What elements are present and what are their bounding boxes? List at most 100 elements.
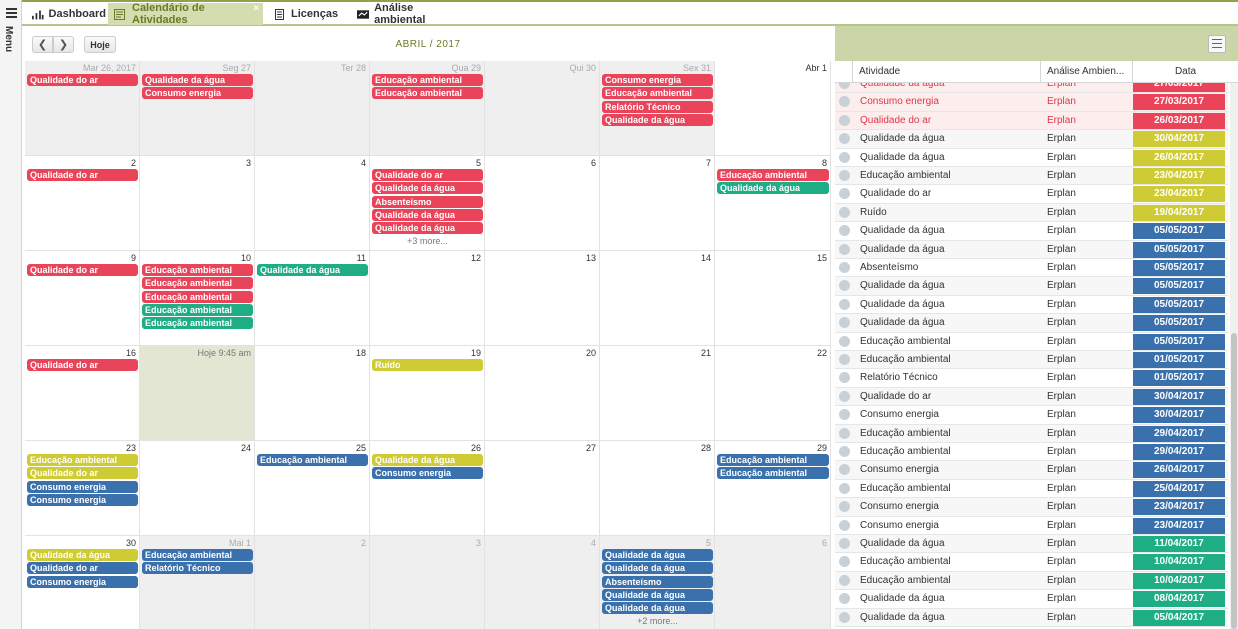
calendar-day-cell[interactable]: Mai 1 Educação ambiental Relatório Técnico xyxy=(140,536,255,629)
calendar-event[interactable]: Qualidade da água xyxy=(27,549,138,561)
calendar-day-cell[interactable]: 5 Qualidade da água Qualidade da água Absen… xyxy=(600,536,715,629)
calendar-day-cell[interactable]: 29 Educação ambiental Educação ambiental xyxy=(715,441,831,536)
info-icon[interactable] xyxy=(839,501,850,513)
calendar-day-cell[interactable]: 6 xyxy=(715,536,831,629)
calendar-event[interactable]: Absenteísmo xyxy=(602,575,713,588)
calendar-event[interactable]: Qualidade do ar xyxy=(372,169,483,181)
calendar-event[interactable]: Qualidade da água xyxy=(602,113,713,126)
table-row[interactable]: Qualidade da água Erplan 27/03/2017 xyxy=(835,83,1228,94)
table-row[interactable]: Educação ambiental Erplan 10/04/2017 xyxy=(835,571,1228,591)
calendar-event[interactable]: Consumo energia xyxy=(372,467,483,480)
table-row[interactable]: Consumo energia Erplan 27/03/2017 xyxy=(835,93,1228,112)
calendar-event[interactable]: Relatório Técnico xyxy=(602,100,713,113)
table-row[interactable]: Qualidade da água Erplan 05/05/2017 xyxy=(835,277,1228,296)
table-row[interactable]: Educação ambiental Erplan 05/05/2017 xyxy=(835,333,1228,351)
calendar-event[interactable]: Qualidade do ar xyxy=(27,467,138,480)
info-icon[interactable] xyxy=(839,298,850,310)
info-icon[interactable] xyxy=(839,262,850,273)
info-icon[interactable] xyxy=(839,225,850,237)
table-row[interactable]: Relatório Técnico Erplan 01/05/2017 xyxy=(835,369,1228,388)
calendar-day-cell[interactable]: 9 Qualidade do ar xyxy=(25,251,140,346)
calendar-day-cell[interactable]: 2 xyxy=(255,536,370,629)
calendar-event[interactable]: Qualidade da água xyxy=(602,588,713,601)
table-row[interactable]: Qualidade da água Erplan 05/05/2017 xyxy=(835,240,1228,259)
info-icon[interactable] xyxy=(839,538,850,549)
calendar-event[interactable]: Educação ambiental xyxy=(717,454,829,466)
calendar-day-cell[interactable]: Hoje 9:45 am xyxy=(140,346,255,441)
info-icon[interactable] xyxy=(839,188,850,200)
table-row[interactable]: Qualidade do ar Erplan 30/04/2017 xyxy=(835,387,1228,407)
calendar-event[interactable]: Qualidade da água xyxy=(142,74,253,86)
tab-analise-ambiental[interactable]: Análise ambiental xyxy=(351,2,461,26)
calendar-day-cell[interactable]: Qui 30 xyxy=(485,61,600,156)
calendar-event[interactable]: Qualidade do ar xyxy=(27,562,138,575)
more-events-link[interactable]: +2 more... xyxy=(600,616,715,626)
tab-dashboard[interactable]: Dashboard xyxy=(26,3,106,25)
calendar-event[interactable]: Educação ambiental xyxy=(142,277,253,290)
column-header-analysis[interactable]: Análise Ambien... xyxy=(1040,61,1132,83)
table-row[interactable]: Qualidade da água Erplan 11/04/2017 xyxy=(835,535,1228,554)
calendar-day-cell[interactable]: Mar 26, 2017 Qualidade do ar xyxy=(25,61,140,156)
info-icon[interactable] xyxy=(839,427,850,439)
info-icon[interactable] xyxy=(839,446,850,457)
calendar-day-cell[interactable]: 27 xyxy=(485,441,600,536)
list-menu-icon[interactable] xyxy=(1208,35,1226,53)
info-icon[interactable] xyxy=(839,243,850,255)
info-icon[interactable] xyxy=(839,280,850,292)
calendar-event[interactable]: Qualidade da água xyxy=(602,562,713,575)
calendar-event[interactable]: Educação ambiental xyxy=(602,87,713,100)
calendar-day-cell[interactable]: 8 Educação ambiental Qualidade da água xyxy=(715,156,831,251)
calendar-day-cell[interactable]: 3 xyxy=(140,156,255,251)
calendar-event[interactable]: Consumo energia xyxy=(27,480,138,493)
calendar-event[interactable]: Educação ambiental xyxy=(257,454,368,466)
calendar-event[interactable]: Qualidade do ar xyxy=(27,359,138,371)
calendar-day-cell[interactable]: 13 xyxy=(485,251,600,346)
calendar-event[interactable]: Educação ambiental xyxy=(142,317,253,330)
info-icon[interactable] xyxy=(839,354,850,365)
calendar-day-cell[interactable]: 3 xyxy=(370,536,485,629)
calendar-event[interactable]: Qualidade da água xyxy=(372,182,483,195)
hamburger-menu-icon[interactable] xyxy=(6,8,17,18)
tab-calendario[interactable]: Calendário de Atividades ✕ xyxy=(108,2,263,26)
table-row[interactable]: Educação ambiental Erplan 29/04/2017 xyxy=(835,443,1228,462)
more-events-link[interactable]: +3 more... xyxy=(370,236,485,246)
info-icon[interactable] xyxy=(839,83,850,89)
calendar-event[interactable]: Educação ambiental xyxy=(717,169,829,181)
table-row[interactable]: Consumo energia Erplan 23/04/2017 xyxy=(835,517,1228,535)
column-header-activity[interactable]: Atividade xyxy=(852,61,1040,83)
table-row[interactable]: Ruído Erplan 19/04/2017 xyxy=(835,203,1228,223)
column-header-date[interactable]: Data xyxy=(1132,61,1238,83)
calendar-event[interactable]: Qualidade do ar xyxy=(27,264,138,276)
calendar-day-cell[interactable]: Abr 1 xyxy=(715,61,831,156)
info-icon[interactable] xyxy=(839,464,850,476)
calendar-day-cell[interactable]: 25 Educação ambiental xyxy=(255,441,370,536)
calendar-day-cell[interactable]: Sex 31 Consumo energia Educação ambiental R… xyxy=(600,61,715,156)
calendar-event[interactable]: Consumo energia xyxy=(27,575,138,588)
calendar-day-cell[interactable]: 11 Qualidade da água xyxy=(255,251,370,346)
calendar-day-cell[interactable]: 15 xyxy=(715,251,831,346)
calendar-event[interactable]: Educação ambiental xyxy=(142,303,253,316)
scrollbar[interactable] xyxy=(1230,83,1238,629)
calendar-event[interactable]: Qualidade da água xyxy=(257,264,368,276)
calendar-event[interactable]: Qualidade da água xyxy=(602,549,713,561)
info-icon[interactable] xyxy=(839,206,850,218)
table-row[interactable]: Educação ambiental Erplan 01/05/2017 xyxy=(835,351,1228,370)
table-row[interactable]: Consumo energia Erplan 26/04/2017 xyxy=(835,461,1228,480)
calendar-event[interactable]: Relatório Técnico xyxy=(142,562,253,575)
calendar-day-cell[interactable]: 12 xyxy=(370,251,485,346)
calendar-event[interactable]: Qualidade do ar xyxy=(27,74,138,86)
tab-licencas[interactable]: Licenças xyxy=(267,3,347,25)
calendar-day-cell[interactable]: 16 Qualidade do ar xyxy=(25,346,140,441)
info-icon[interactable] xyxy=(839,611,850,623)
calendar-event[interactable]: Educação ambiental xyxy=(372,87,483,100)
table-row[interactable]: Qualidade da água Erplan 08/04/2017 xyxy=(835,590,1228,609)
calendar-event[interactable]: Qualidade da água xyxy=(372,454,483,466)
calendar-day-cell[interactable]: Seg 27 Qualidade da água Consumo energia xyxy=(140,61,255,156)
table-row[interactable]: Educação ambiental Erplan 10/04/2017 xyxy=(835,553,1228,572)
calendar-day-cell[interactable]: 18 xyxy=(255,346,370,441)
calendar-event[interactable]: Consumo energia xyxy=(602,74,713,86)
calendar-day-cell[interactable]: 30 Qualidade da água Qualidade do ar Consum… xyxy=(25,536,140,629)
calendar-event[interactable]: Educação ambiental xyxy=(142,264,253,276)
info-icon[interactable] xyxy=(839,317,850,329)
table-row[interactable]: Absenteísmo Erplan 05/05/2017 xyxy=(835,259,1228,278)
